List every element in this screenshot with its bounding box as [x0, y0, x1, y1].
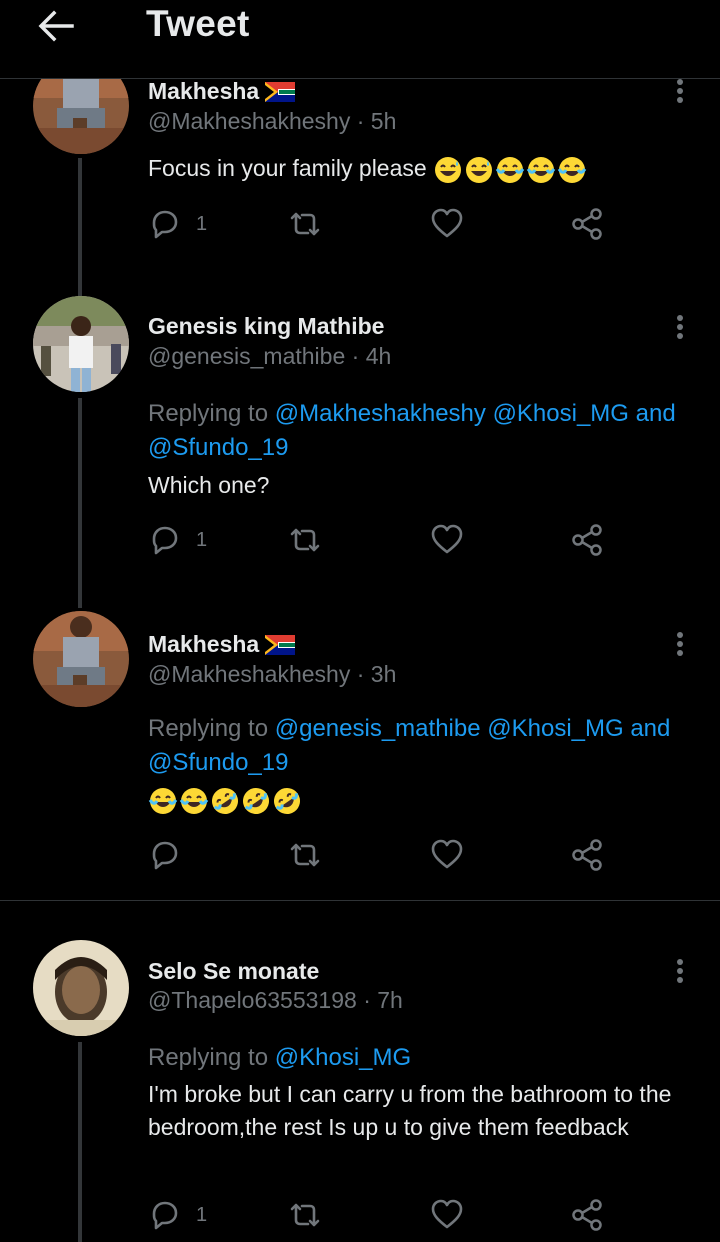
action-bar: 1	[148, 204, 618, 244]
joy-emoji-icon	[179, 787, 209, 814]
and-label[interactable]: and	[630, 715, 670, 742]
like-button[interactable]	[430, 520, 464, 560]
reply-count: 1	[196, 528, 208, 551]
mention-link[interactable]: @Khosi_MG	[275, 1044, 411, 1071]
author-name[interactable]: Genesis king Mathibe	[148, 313, 384, 340]
heart-icon	[431, 839, 463, 869]
mention-link[interactable]: @Khosi_MG	[493, 400, 629, 427]
mention-link[interactable]: @Sfundo_19	[148, 434, 288, 461]
page-title: Tweet	[146, 3, 250, 44]
share-icon	[572, 524, 602, 556]
more-options-icon[interactable]	[668, 956, 692, 992]
replying-to: Replying to @Makheshakheshy @Khosi_MG an…	[148, 400, 676, 461]
retweet-button[interactable]	[288, 1195, 322, 1235]
reply-button[interactable]: 1	[148, 1195, 207, 1235]
replying-to: Replying to @Khosi_MG	[148, 1044, 412, 1071]
retweet-icon	[290, 212, 320, 236]
rofl-emoji-icon	[212, 787, 238, 814]
mention-link[interactable]: @Sfundo_19	[148, 749, 288, 776]
thread-line	[78, 398, 82, 608]
emoji-group	[433, 155, 587, 185]
reply-icon	[152, 210, 178, 239]
tweet-text	[148, 783, 703, 816]
action-bar	[148, 835, 618, 875]
sweat-smile-emoji-icon	[466, 156, 493, 183]
more-options-icon[interactable]	[668, 629, 692, 665]
tweet-text: Which one?	[148, 472, 270, 498]
retweet-icon	[290, 528, 320, 552]
like-button[interactable]	[430, 204, 464, 244]
reply-count: 1	[196, 212, 208, 235]
action-bar: 1	[148, 1195, 618, 1235]
more-options-icon[interactable]	[668, 76, 692, 112]
share-icon	[572, 208, 602, 240]
share-button[interactable]	[570, 204, 604, 244]
thread-line	[78, 1042, 82, 1242]
reply-icon	[152, 526, 178, 555]
handle-time: @Makheshakheshy · 5h	[148, 108, 397, 134]
author-name[interactable]: Makhesha	[148, 631, 296, 658]
heart-icon	[431, 208, 463, 238]
like-button[interactable]	[430, 1195, 464, 1235]
thread-line	[78, 158, 82, 298]
mention-link[interactable]: @Khosi_MG	[487, 715, 623, 742]
heart-icon	[431, 524, 463, 554]
reply-button[interactable]: 1	[148, 520, 207, 560]
tweet-text: I'm broke but I can carry u from the bat…	[148, 1081, 672, 1140]
reply-button[interactable]	[148, 835, 196, 875]
handle-time: @genesis_mathibe · 4h	[148, 343, 392, 369]
heart-icon	[431, 1199, 463, 1229]
joy-emoji-icon	[148, 787, 178, 814]
mention-link[interactable]: @genesis_mathibe	[275, 715, 481, 742]
share-icon	[572, 1199, 602, 1231]
reply-count: 1	[196, 1203, 208, 1226]
rofl-emoji-icon	[243, 787, 269, 814]
joy-emoji-icon	[526, 156, 556, 183]
back-arrow-icon[interactable]	[36, 10, 76, 42]
sweat-smile-emoji-icon	[435, 156, 462, 183]
more-options-icon[interactable]	[668, 312, 692, 348]
avatar[interactable]	[33, 296, 129, 392]
retweet-icon	[290, 1203, 320, 1227]
rofl-emoji-icon	[274, 787, 300, 814]
top-bar: Tweet	[0, 0, 720, 79]
reply-icon	[152, 841, 178, 870]
retweet-button[interactable]	[288, 835, 322, 875]
share-button[interactable]	[570, 1195, 604, 1235]
south-africa-flag-icon	[265, 81, 296, 102]
reply-button[interactable]: 1	[148, 204, 207, 244]
avatar[interactable]	[33, 940, 129, 1036]
share-button[interactable]	[570, 835, 604, 875]
joy-emoji-icon	[495, 156, 525, 183]
joy-emoji-icon	[557, 156, 587, 183]
author-name[interactable]: Makhesha	[148, 78, 296, 105]
mention-link[interactable]: @Makheshakheshy	[275, 400, 486, 427]
retweet-icon	[290, 843, 320, 867]
author-name[interactable]: Selo Se monate	[148, 958, 319, 985]
reply-tweet[interactable]: Makhesha @Makheshakheshy · 3h Replying t…	[0, 595, 720, 900]
reply-tweet[interactable]: Genesis king Mathibe @genesis_mathibe · …	[0, 280, 720, 608]
handle-time: @Makheshakheshy · 3h	[148, 661, 397, 687]
tweet-text: Focus in your family please	[148, 152, 703, 185]
like-button[interactable]	[430, 835, 464, 875]
action-bar: 1	[148, 520, 618, 560]
retweet-button[interactable]	[288, 204, 322, 244]
avatar[interactable]	[33, 611, 129, 707]
and-label[interactable]: and	[636, 400, 676, 427]
share-button[interactable]	[570, 520, 604, 560]
emoji-group	[148, 786, 302, 816]
handle-time: @Thapelo63553198 · 7h	[148, 987, 403, 1013]
replying-to: Replying to @genesis_mathibe @Khosi_MG a…	[148, 715, 671, 776]
reply-icon	[152, 1201, 178, 1230]
share-icon	[572, 839, 602, 871]
south-africa-flag-icon	[265, 634, 296, 655]
reply-tweet[interactable]: Selo Se monate @Thapelo63553198 · 7h Rep…	[0, 901, 720, 1242]
retweet-button[interactable]	[288, 520, 322, 560]
